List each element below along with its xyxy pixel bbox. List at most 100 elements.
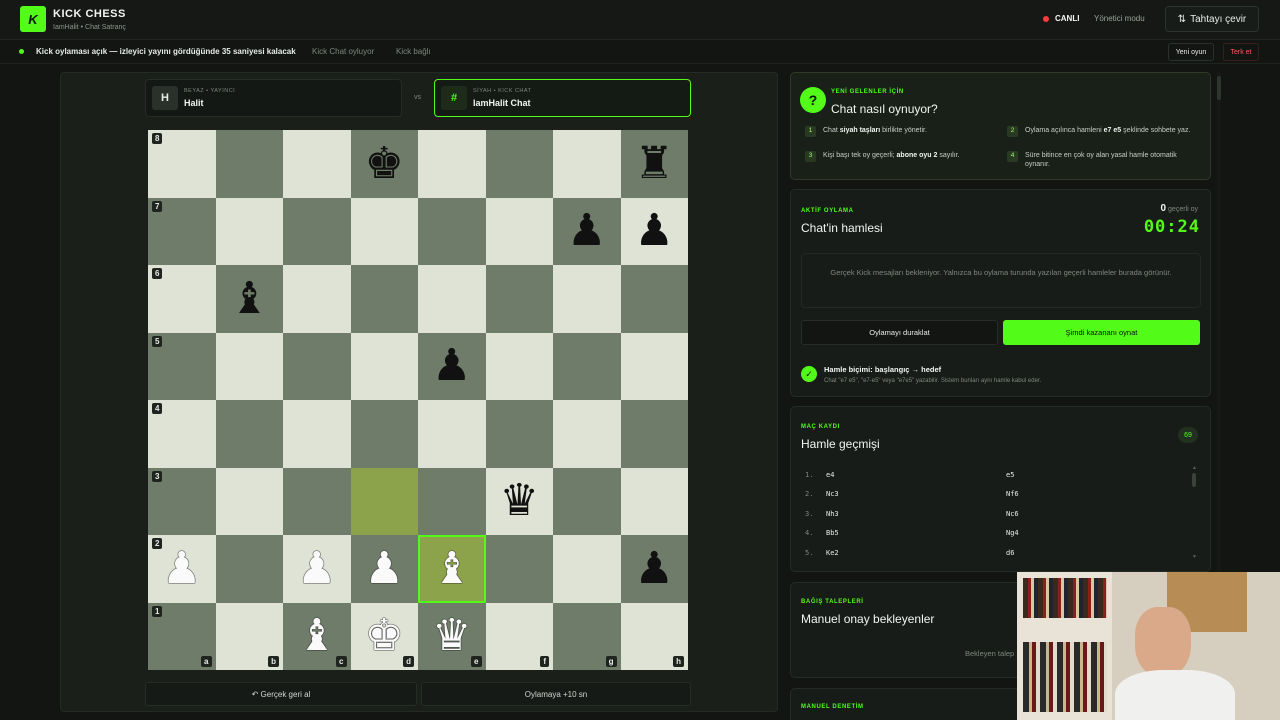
square-g6[interactable] [553, 265, 621, 333]
square-c3[interactable] [283, 467, 351, 535]
square-h6[interactable] [620, 265, 688, 333]
white-bishop-icon[interactable]: ♝ [297, 614, 336, 658]
square-d1[interactable]: ♚ d [350, 602, 418, 670]
white-pawn-icon[interactable]: ♟ [297, 546, 336, 591]
black-pawn-icon[interactable]: ♟ [432, 344, 471, 388]
square-c2[interactable]: ♟ [283, 535, 351, 603]
square-a4[interactable]: 4 [148, 400, 216, 468]
white-king-icon[interactable]: ♚ [365, 614, 404, 658]
square-e6[interactable] [418, 265, 486, 333]
square-h1[interactable]: h [620, 602, 688, 670]
black-pawn-icon[interactable]: ♟ [567, 209, 606, 253]
square-a6[interactable]: 6 [148, 265, 216, 333]
square-b8[interactable] [215, 130, 283, 198]
square-g1[interactable]: g [553, 602, 621, 670]
square-a2[interactable]: ♟ 2 [148, 535, 216, 603]
scroll-down-icon[interactable]: ▼ [1192, 554, 1197, 560]
move-list-scrollbar[interactable] [1192, 473, 1196, 487]
avatar: # [441, 86, 467, 110]
square-f5[interactable] [485, 332, 553, 400]
white-pawn-icon[interactable]: ♟ [162, 546, 201, 591]
square-e7[interactable] [418, 197, 486, 265]
square-a8[interactable]: 8 [148, 130, 216, 198]
square-g2[interactable] [553, 535, 621, 603]
chess-board[interactable]: 8 ♚ ♜ 7 ♟ ♟ 6 ♝ 5 ♟ 4 3 ♛ ♟ 2 ♟ ♟ ♝ ♟ 1 a b ♝ c ♚ d ♛ e f g h [148, 130, 688, 670]
square-b7[interactable] [215, 197, 283, 265]
square-h7[interactable]: ♟ [620, 197, 688, 265]
donation-title: Manuel onay bekleyenler [801, 612, 935, 626]
square-a5[interactable]: 5 [148, 332, 216, 400]
square-c7[interactable] [283, 197, 351, 265]
black-move: Ng4 [1006, 529, 1019, 538]
square-e5[interactable]: ♟ [418, 332, 486, 400]
square-h5[interactable] [620, 332, 688, 400]
square-d4[interactable] [350, 400, 418, 468]
square-g7[interactable]: ♟ [553, 197, 621, 265]
square-e4[interactable] [418, 400, 486, 468]
square-g8[interactable] [553, 130, 621, 198]
square-c1[interactable]: ♝ c [283, 602, 351, 670]
new-game-button[interactable]: Yeni oyun [1168, 43, 1214, 61]
square-b1[interactable]: b [215, 602, 283, 670]
square-e1[interactable]: ♛ e [418, 602, 486, 670]
scroll-up-icon[interactable]: ▲ [1192, 465, 1197, 471]
square-d7[interactable] [350, 197, 418, 265]
square-h3[interactable] [620, 467, 688, 535]
white-queen-icon[interactable]: ♛ [432, 614, 471, 658]
square-d2[interactable]: ♟ [350, 535, 418, 603]
square-e8[interactable] [418, 130, 486, 198]
square-b5[interactable] [215, 332, 283, 400]
black-queen-icon[interactable]: ♛ [500, 479, 539, 523]
square-e3[interactable] [418, 467, 486, 535]
square-b6[interactable]: ♝ [215, 265, 283, 333]
square-b2[interactable] [215, 535, 283, 603]
square-c6[interactable] [283, 265, 351, 333]
square-f4[interactable] [485, 400, 553, 468]
extend-vote-button[interactable]: Oylamaya +10 sn [421, 682, 691, 706]
square-a1[interactable]: 1a [148, 602, 216, 670]
square-g5[interactable] [553, 332, 621, 400]
move-list[interactable]: 1. e4 e5 2. Nc3 Nf6 3. Nh3 Nc6 4. Bb5 Ng4 5. Ke2 d6 [801, 465, 1191, 563]
flip-board-button[interactable]: ⇅ Tahtayı çevir [1165, 6, 1259, 32]
resign-button[interactable]: Terk et [1223, 43, 1259, 61]
kick-logo: K [20, 6, 46, 32]
square-f2[interactable] [485, 535, 553, 603]
square-g3[interactable] [553, 467, 621, 535]
square-d5[interactable] [350, 332, 418, 400]
square-c4[interactable] [283, 400, 351, 468]
undo-button[interactable]: ↶ Gerçek geri al [145, 682, 417, 706]
square-f1[interactable]: f [485, 602, 553, 670]
step-bold: abone oyu 2 [896, 152, 938, 159]
square-c8[interactable] [283, 130, 351, 198]
square-f8[interactable] [485, 130, 553, 198]
white-bishop-icon[interactable]: ♝ [432, 546, 471, 591]
black-king-icon[interactable]: ♚ [365, 141, 404, 186]
square-c5[interactable] [283, 332, 351, 400]
square-h4[interactable] [620, 400, 688, 468]
square-e2[interactable]: ♝ [418, 535, 486, 603]
square-f7[interactable] [485, 197, 553, 265]
square-g4[interactable] [553, 400, 621, 468]
square-d3[interactable] [350, 467, 418, 535]
play-winner-button[interactable]: Şimdi kazananı oynat [1003, 320, 1200, 345]
step-number: 4 [1007, 151, 1018, 162]
square-f3[interactable]: ♛ [485, 467, 553, 535]
page-scrollbar-thumb[interactable] [1217, 76, 1221, 100]
square-f6[interactable] [485, 265, 553, 333]
admin-mode-link[interactable]: Yönetici modu [1094, 14, 1145, 23]
square-h8[interactable]: ♜ [620, 130, 688, 198]
white-pawn-icon[interactable]: ♟ [365, 546, 404, 591]
square-b3[interactable] [215, 467, 283, 535]
black-pawn-icon[interactable]: ♟ [635, 209, 674, 253]
black-pawn-icon[interactable]: ♟ [635, 546, 674, 591]
square-d8[interactable]: ♚ [350, 130, 418, 198]
black-bishop-icon[interactable]: ♝ [230, 276, 269, 321]
square-b4[interactable] [215, 400, 283, 468]
square-a3[interactable]: 3 [148, 467, 216, 535]
square-d6[interactable] [350, 265, 418, 333]
square-h2[interactable]: ♟ [620, 535, 688, 603]
pause-vote-button[interactable]: Oylamayı duraklat [801, 320, 998, 345]
howto-panel: ? YENİ GELENLER İÇİN Chat nasıl oynuyor?… [790, 72, 1211, 180]
black-rook-icon[interactable]: ♜ [635, 141, 674, 186]
square-a7[interactable]: 7 [148, 197, 216, 265]
